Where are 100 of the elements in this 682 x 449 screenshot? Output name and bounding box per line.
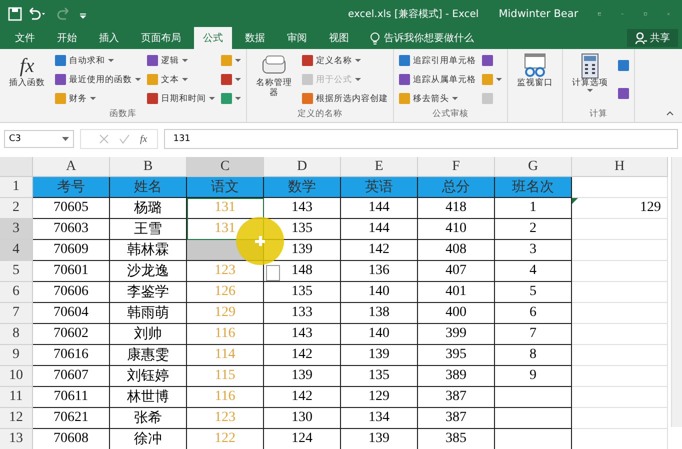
row-header[interactable]: 6 [0, 282, 33, 303]
person-icon [635, 32, 647, 44]
table-cell: 数学 [264, 177, 341, 198]
tell-me-search[interactable]: 告诉我你想要做什么 [384, 31, 474, 45]
ribbon-tab[interactable]: 插入 [90, 27, 128, 49]
command-icon [221, 55, 232, 66]
column-header[interactable]: B [110, 157, 187, 177]
table-cell: 70611 [33, 387, 110, 408]
ribbon-button[interactable]: 最近使用的函数 [53, 72, 143, 86]
table-cell: 123 [187, 408, 264, 429]
ribbon-icon-button[interactable] [219, 73, 243, 86]
table-cell: 410 [418, 219, 495, 240]
ribbon-icon-button[interactable] [616, 87, 631, 100]
column-header[interactable]: D [264, 157, 341, 177]
table-cell: 130 [264, 408, 341, 429]
column-header[interactable]: E [341, 157, 418, 177]
column-header[interactable]: F [418, 157, 495, 177]
ribbon-button[interactable]: 自动求和 [53, 54, 143, 68]
table-cell: 135 [264, 282, 341, 303]
ribbon-button[interactable]: 日期和时间 [145, 92, 217, 106]
share-button[interactable]: 共享 [627, 29, 678, 47]
table-cell: 70608 [33, 429, 110, 449]
save-icon[interactable] [8, 6, 22, 20]
table-cell: 140 [341, 324, 418, 345]
column-header[interactable]: G [495, 157, 572, 177]
table-cell: 144 [341, 219, 418, 240]
ribbon-tab[interactable]: 审阅 [278, 27, 316, 49]
ribbon-button[interactable]: 根据所选内容创建 [300, 92, 390, 106]
table-cell: 139 [264, 366, 341, 387]
ribbon-icon-button[interactable] [480, 73, 504, 86]
row-header[interactable]: 7 [0, 303, 33, 324]
table-cell: 70606 [33, 282, 110, 303]
large-ribbon-button[interactable]: 监视窗口 [511, 51, 559, 108]
row-header[interactable]: 9 [0, 345, 33, 366]
dropdown-icon [62, 136, 69, 142]
row-header[interactable]: 8 [0, 324, 33, 345]
ribbon-tab[interactable]: 数据 [236, 27, 274, 49]
ribbon-tab[interactable]: 视图 [320, 27, 358, 49]
ribbon-button[interactable]: 财务 [53, 92, 143, 106]
column-header[interactable]: A [33, 157, 110, 177]
vertical-scrollbar[interactable] [671, 157, 682, 427]
row-header[interactable]: 2 [0, 198, 33, 219]
ribbon-button[interactable]: 逻辑 [145, 54, 217, 68]
ribbon-tab[interactable]: 文件 [6, 27, 44, 49]
row-header[interactable]: 10 [0, 366, 33, 387]
row-header[interactable]: 11 [0, 387, 33, 408]
table-cell: 5 [495, 282, 572, 303]
table-cell: 70603 [33, 219, 110, 240]
command-icon [399, 55, 410, 66]
ribbon-icon-button[interactable] [616, 58, 631, 72]
table-cell: 407 [418, 261, 495, 282]
collapse-icon[interactable] [666, 110, 674, 116]
table-cell: 418 [418, 198, 495, 219]
ribbon-icon-button[interactable] [219, 92, 243, 105]
window-title: excel.xls [兼容模式] - Excel [348, 8, 479, 20]
table-cell: 408 [418, 240, 495, 261]
table-cell: 4 [495, 261, 572, 282]
ribbon-tab[interactable]: 开始 [48, 27, 86, 49]
table-cell: 133 [264, 303, 341, 324]
large-ribbon-button[interactable]: fx 插入函数 [3, 51, 51, 108]
row-header[interactable]: 5 [0, 261, 33, 282]
table-cell: 李鉴学 [110, 282, 187, 303]
ribbon-button[interactable]: 移去箭头 [397, 92, 478, 106]
table-cell: 124 [264, 429, 341, 449]
table-cell: 总分 [418, 177, 495, 198]
row-header[interactable]: 12 [0, 408, 33, 429]
ribbon-icon-button[interactable] [219, 54, 243, 67]
ribbon-tab[interactable]: 公式 [194, 27, 232, 49]
table-cell: 139 [341, 429, 418, 449]
formula-field[interactable]: 131 [164, 129, 678, 149]
row-header[interactable]: 4 [0, 240, 33, 261]
large-ribbon-button[interactable]: 名称管理器 [250, 51, 298, 108]
command-icon [221, 93, 232, 104]
insert-function-button[interactable]: fx [140, 134, 148, 144]
table-cell: 389 [418, 366, 495, 387]
ribbon-tab[interactable]: 页面布局 [132, 27, 190, 49]
ribbon-button[interactable]: 追踪从属单元格 [397, 72, 478, 86]
table-cell: 116 [187, 387, 264, 408]
ribbon-button[interactable]: 文本 [145, 72, 217, 86]
table-cell: 143 [264, 324, 341, 345]
table-cell: 399 [418, 324, 495, 345]
table-cell: 140 [341, 282, 418, 303]
table-cell: 142 [264, 345, 341, 366]
command-icon [399, 93, 410, 104]
paste-options-icon[interactable] [266, 265, 280, 281]
table-cell: 3 [495, 240, 572, 261]
table-cell: 115 [187, 366, 264, 387]
row-header[interactable]: 3 [0, 219, 33, 240]
name-box[interactable]: C3 [4, 130, 74, 148]
column-header[interactable]: H [572, 157, 668, 177]
row-header[interactable]: 1 [0, 177, 33, 198]
column-header[interactable]: C [187, 157, 264, 177]
table-cell: 沙龙逸 [110, 261, 187, 282]
table-cell: 401 [418, 282, 495, 303]
ribbon-button[interactable]: 定义名称 [300, 54, 390, 68]
row-header[interactable]: 13 [0, 429, 33, 449]
table-cell: 70607 [33, 366, 110, 387]
table-cell: 8 [495, 345, 572, 366]
ribbon-button[interactable]: 追踪引用单元格 [397, 54, 478, 68]
large-ribbon-button[interactable]: 计算选项 [566, 51, 614, 108]
